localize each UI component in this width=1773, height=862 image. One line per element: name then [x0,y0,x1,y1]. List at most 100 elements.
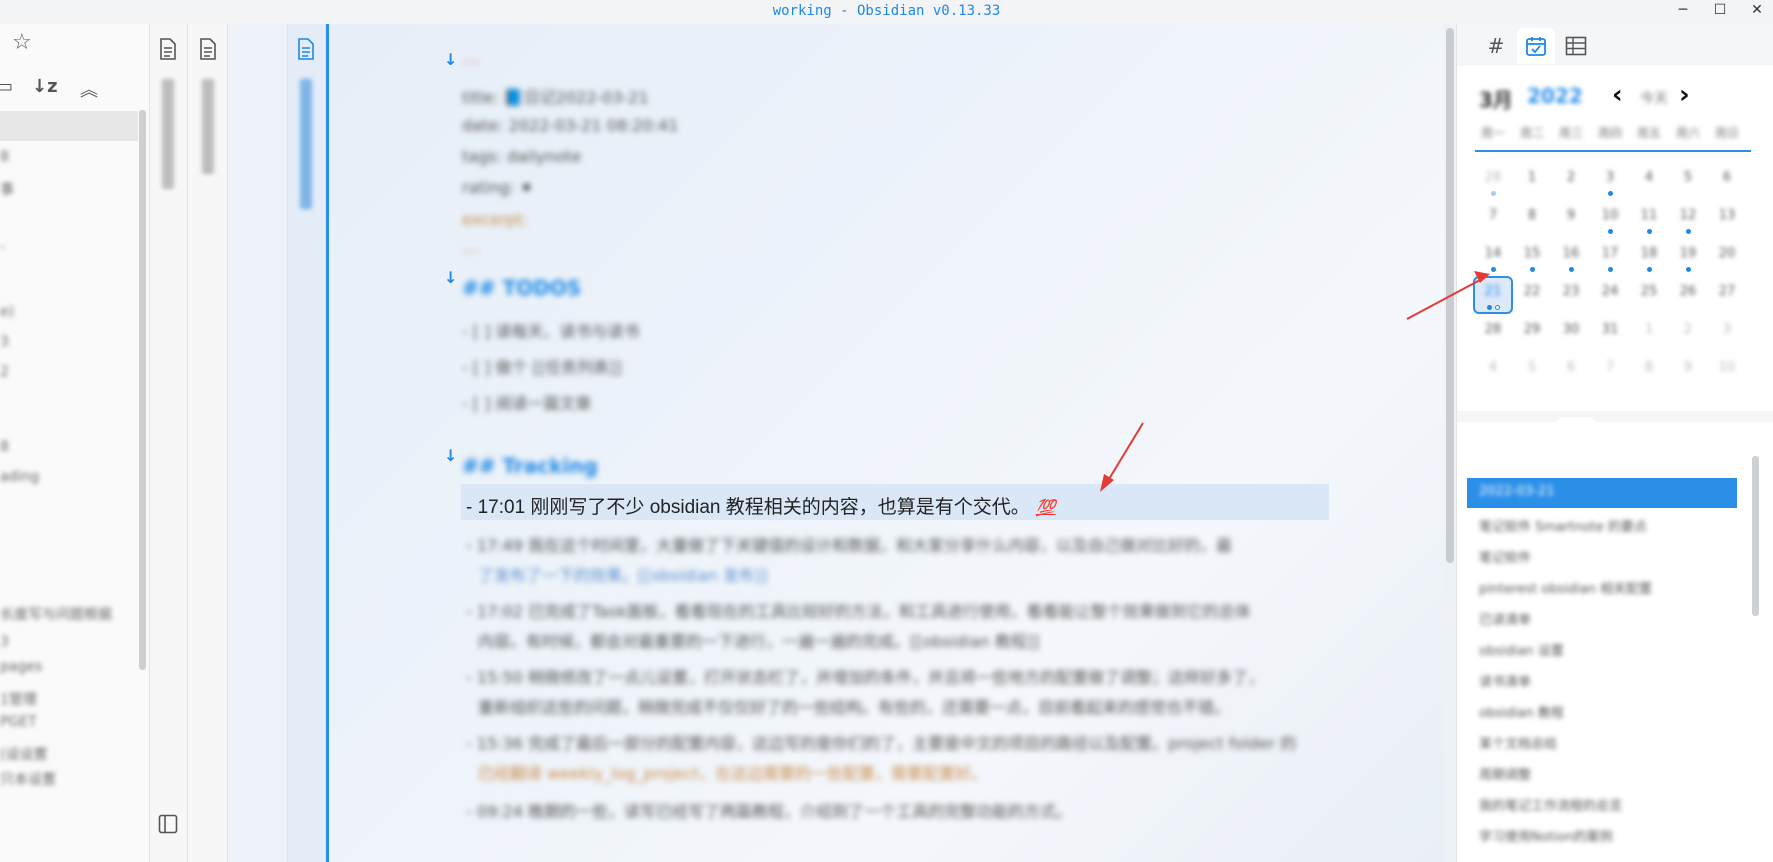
calendar-day[interactable]: 9 [1553,208,1589,223]
calendar-day[interactable]: 2 [1670,322,1706,337]
calendar-day[interactable]: 14 [1475,246,1511,261]
recent-file-item[interactable]: 学习使用Notion的案例 [1479,826,1613,845]
recent-file-item[interactable]: 2022-03-21 [1479,484,1555,499]
file-item[interactable]: PGET [0,714,37,730]
editor-scrollbar[interactable] [1446,28,1454,563]
next-month-icon[interactable]: › [1679,80,1690,110]
calendar-day[interactable]: 5 [1514,360,1550,375]
calendar-day[interactable]: 11 [1631,208,1667,223]
recent-file-item[interactable]: 某个文档总结 [1479,733,1557,752]
calendar-day[interactable]: 5 [1670,170,1706,185]
file-item-selected[interactable] [0,111,138,141]
document-icon[interactable] [198,38,218,60]
calendar-day[interactable]: 4 [1475,360,1511,375]
sort-icon[interactable]: ↓z [32,76,58,97]
calendar-day[interactable]: 20 [1709,246,1745,261]
calendar-day-today[interactable]: 21 [1475,284,1511,299]
file-item[interactable]: 长度写与问题根据 [0,604,112,624]
calendar-day[interactable]: 2 [1553,170,1589,185]
recent-file-item[interactable]: 读书清单 [1479,671,1531,690]
calendar-day[interactable]: 9 [1670,360,1706,375]
calendar-day[interactable]: 8 [1631,360,1667,375]
file-item[interactable]: 8 [0,439,9,455]
file-item[interactable]: - [0,239,5,255]
calendar-day[interactable]: 6 [1709,170,1745,185]
layout-icon[interactable] [158,814,178,834]
collapsed-pane-1[interactable] [150,24,188,862]
star-icon[interactable]: ☆ [12,30,32,55]
file-item[interactable]: pages [0,659,42,675]
calendar-day[interactable]: 10 [1592,208,1628,223]
calendar-day[interactable]: 3 [1592,170,1628,185]
file-item[interactable]: 2 [0,364,9,380]
file-item[interactable]: 3 [0,634,9,650]
recent-file-item[interactable]: 我的笔记工作流程的总览 [1479,795,1622,814]
calendar-day[interactable]: 8 [1514,208,1550,223]
calendar-day[interactable]: 25 [1631,284,1667,299]
tag-pane-tab[interactable]: # [1477,28,1515,64]
collapsed-pane-3[interactable] [228,24,288,862]
close-button[interactable]: ✕ [1739,2,1773,18]
calendar-day[interactable]: 22 [1514,284,1550,299]
todo-item[interactable]: - [ ] 读每天、读书与读书 [462,318,640,342]
file-item[interactable]: 3 [0,334,9,350]
recent-file-item[interactable]: 笔记软件 [1479,547,1531,566]
fold-arrow-icon[interactable]: ↓ [444,268,457,287]
calendar-day[interactable]: 12 [1670,208,1706,223]
fold-arrow-icon[interactable]: ↓ [444,446,457,465]
prev-month-icon[interactable]: ‹ [1612,80,1623,110]
calendar-day[interactable]: 16 [1553,246,1589,261]
calendar-day[interactable]: 15 [1514,246,1550,261]
collapse-all-icon[interactable]: ︽ [80,76,98,102]
todo-item[interactable]: - [ ] 阅读一篇文章 [462,390,592,414]
calendar-day[interactable]: 23 [1553,284,1589,299]
calendar-day[interactable]: 3 [1709,322,1745,337]
calendar-day[interactable]: 13 [1709,208,1745,223]
recent-file-item[interactable]: pinterest obsidian 相关配置 [1479,578,1652,597]
calendar-day[interactable]: 7 [1592,360,1628,375]
file-item[interactable]: 1管理 [0,689,37,709]
calendar-day[interactable]: 30 [1553,322,1589,337]
document-icon[interactable] [296,38,316,60]
minimize-button[interactable]: ─ [1665,2,1701,18]
maximize-button[interactable]: ☐ [1702,2,1738,18]
file-item[interactable]: 只本设置 [0,769,56,789]
recent-file-item[interactable]: 周期调整 [1479,764,1531,783]
calendar-tab[interactable] [1517,28,1555,64]
fold-arrow-icon[interactable]: ↓ [444,50,457,69]
file-pane-scrollbar[interactable] [139,110,146,670]
calendar-day[interactable]: 28 [1475,170,1511,185]
file-item[interactable]: (设设置 [0,744,47,764]
file-item[interactable]: 8 [0,149,9,165]
recent-file-item[interactable]: 已读清单 [1479,609,1531,628]
recent-file-item[interactable]: obsidian 设置 [1479,640,1564,659]
collapsed-pane-active[interactable] [288,24,326,862]
calendar-day[interactable]: 18 [1631,246,1667,261]
table-tab[interactable] [1557,28,1595,64]
calendar-day[interactable]: 7 [1475,208,1511,223]
recent-files-scrollbar[interactable] [1752,456,1759,616]
calendar-day[interactable]: 31 [1592,322,1628,337]
calendar-day[interactable]: 26 [1670,284,1706,299]
recent-file-item[interactable]: obsidian 教程 [1479,702,1564,721]
calendar-day[interactable]: 17 [1592,246,1628,261]
calendar-day[interactable]: 29 [1514,322,1550,337]
todo-item[interactable]: - [ ] 做个 [[任务列表]] [462,354,622,378]
file-item[interactable]: 事 [0,179,14,199]
calendar-day[interactable]: 4 [1631,170,1667,185]
recent-file-item[interactable]: 笔记软件 Smartnote 的要点 [1479,516,1647,535]
calendar-day[interactable]: 28 [1475,322,1511,337]
today-button[interactable]: 今天 [1640,88,1668,108]
tracking-entry-highlighted[interactable]: - 17:01 刚刚写了不少 obsidian 教程相关的内容，也算是有个交代。… [466,492,1056,519]
calendar-day[interactable]: 6 [1553,360,1589,375]
file-item[interactable]: ading [0,469,39,485]
document-icon[interactable] [158,38,178,60]
collapsed-pane-2[interactable] [188,24,228,862]
calendar-day[interactable]: 27 [1709,284,1745,299]
file-item[interactable]: e) [0,304,14,320]
calendar-day[interactable]: 10 [1709,360,1745,375]
new-note-icon[interactable]: ▭ [0,76,13,97]
calendar-day[interactable]: 19 [1670,246,1706,261]
calendar-day[interactable]: 1 [1631,322,1667,337]
calendar-day[interactable]: 24 [1592,284,1628,299]
